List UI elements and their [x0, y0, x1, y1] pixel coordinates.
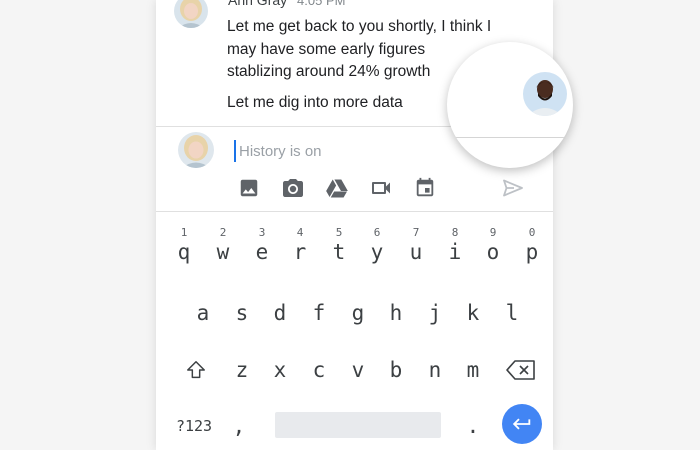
key-number: 3 — [258, 226, 266, 239]
key-letter: w — [216, 240, 230, 264]
key-number: 1 — [180, 226, 188, 239]
camera-icon[interactable] — [281, 176, 305, 200]
backspace-key[interactable] — [501, 352, 541, 388]
key-number: 6 — [373, 226, 381, 239]
key-k[interactable]: k — [455, 295, 491, 331]
space-key[interactable] — [275, 412, 441, 438]
key-number: 2 — [219, 226, 227, 239]
key-number: 0 — [528, 226, 536, 239]
period-key[interactable]: . — [458, 408, 488, 444]
key-x[interactable]: x — [262, 352, 298, 388]
key-letter: u — [409, 240, 423, 264]
key-b[interactable]: b — [378, 352, 414, 388]
key-z[interactable]: z — [224, 352, 260, 388]
message-header: Ann Gray 4:05 PM — [228, 0, 345, 8]
message-line: may have some early figures — [227, 40, 426, 58]
key-number: 4 — [296, 226, 304, 239]
key-r[interactable]: 4r — [282, 226, 318, 270]
shift-icon — [187, 361, 205, 379]
key-letter: e — [255, 240, 269, 264]
key-n[interactable]: n — [417, 352, 453, 388]
message-line: Let me get back to you shortly, I think … — [227, 18, 492, 35]
lens-divider — [447, 137, 573, 138]
key-y[interactable]: 6y — [359, 226, 395, 270]
key-number: 8 — [451, 226, 459, 239]
compose-toolbar — [156, 176, 553, 200]
message-line: stablizing around 24% growth — [227, 63, 431, 80]
key-number: 5 — [335, 226, 343, 239]
key-letter: r — [293, 240, 307, 264]
magnifier-lens — [447, 42, 573, 168]
key-number: 7 — [412, 226, 420, 239]
key-o[interactable]: 9o — [475, 226, 511, 270]
key-number: 9 — [489, 226, 497, 239]
symbols-key[interactable]: ?123 — [170, 408, 218, 444]
comma-key[interactable]: , — [224, 408, 254, 444]
key-a[interactable]: a — [185, 295, 221, 331]
key-u[interactable]: 7u — [398, 226, 434, 270]
key-h[interactable]: h — [378, 295, 414, 331]
key-q[interactable]: 1q — [166, 226, 202, 270]
send-icon[interactable] — [501, 176, 525, 200]
key-w[interactable]: 2w — [205, 226, 241, 270]
sender-avatar[interactable] — [174, 0, 208, 28]
key-l[interactable]: l — [494, 295, 530, 331]
enter-icon — [512, 418, 531, 430]
user-avatar — [178, 132, 214, 168]
key-d[interactable]: d — [262, 295, 298, 331]
key-m[interactable]: m — [455, 352, 491, 388]
key-letter: t — [332, 240, 346, 264]
participant-avatar[interactable] — [523, 72, 567, 116]
key-e[interactable]: 3e — [244, 226, 280, 270]
key-c[interactable]: c — [301, 352, 337, 388]
video-icon[interactable] — [369, 176, 393, 200]
message-input[interactable] — [234, 140, 489, 162]
key-v[interactable]: v — [340, 352, 376, 388]
key-j[interactable]: j — [417, 295, 453, 331]
key-letter: i — [448, 240, 462, 264]
key-i[interactable]: 8i — [437, 226, 473, 270]
key-letter: p — [525, 240, 539, 264]
key-letter: q — [177, 240, 191, 264]
calendar-icon[interactable] — [413, 176, 437, 200]
key-p[interactable]: 0p — [514, 226, 550, 270]
key-letter: o — [486, 240, 500, 264]
shift-key[interactable] — [178, 352, 214, 388]
drive-icon[interactable] — [325, 176, 349, 200]
key-letter: y — [370, 240, 384, 264]
sender-name: Ann Gray — [228, 0, 288, 8]
divider — [156, 211, 553, 212]
key-t[interactable]: 5t — [321, 226, 357, 270]
message-line: Let me dig into more data — [227, 93, 403, 111]
key-f[interactable]: f — [301, 295, 337, 331]
image-icon[interactable] — [237, 176, 261, 200]
key-s[interactable]: s — [224, 295, 260, 331]
enter-key[interactable] — [502, 404, 542, 444]
message-time: 4:05 PM — [297, 0, 346, 8]
key-g[interactable]: g — [340, 295, 376, 331]
backspace-icon — [506, 360, 535, 380]
